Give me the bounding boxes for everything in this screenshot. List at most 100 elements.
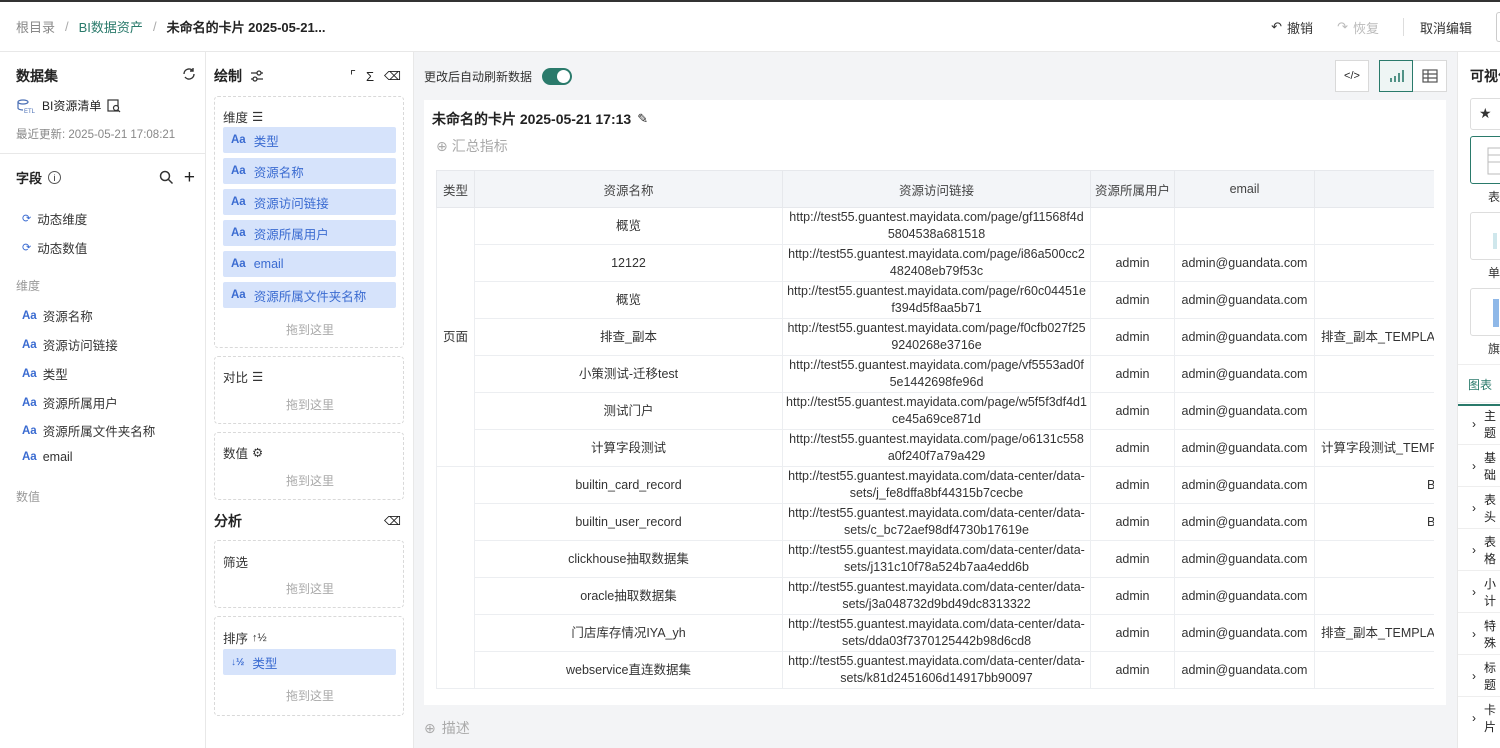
chart-view-button[interactable] (1379, 60, 1413, 92)
analysis-title: 分析 (214, 513, 242, 529)
eraser-icon[interactable]: ⌫ (384, 69, 401, 83)
style-section-title[interactable]: › 标题 (1458, 654, 1500, 696)
style-section-header[interactable]: › 表头 (1458, 486, 1500, 528)
table-view-button[interactable] (1413, 60, 1447, 92)
style-section-special[interactable]: › 特殊 (1458, 612, 1500, 654)
pill-label: email (253, 257, 284, 271)
field-item[interactable]: Aa 资源所属文件夹名称 (22, 421, 155, 440)
text-type-icon: Aa (22, 451, 37, 463)
filter-dropzone[interactable]: 筛选 拖到这里 (214, 540, 404, 608)
style-section-theme[interactable]: › 主题 (1458, 402, 1500, 444)
description-button[interactable]: ⊕ 描述 (424, 718, 470, 738)
fields-title: 字段 (16, 171, 43, 186)
code-view-button[interactable]: </> (1335, 60, 1369, 92)
tab-chart[interactable]: 图表 (1458, 364, 1500, 406)
column-header[interactable]: 资源所属用户 (1090, 170, 1175, 208)
field-item[interactable]: Aa 资源所属用户 (22, 393, 118, 412)
sort-pill[interactable]: ↓½ 类型 (223, 649, 396, 675)
table-cell: http://test55.guantest.mayidata.com/data… (782, 651, 1091, 689)
view-dataset-icon[interactable] (107, 98, 121, 113)
sort-dropzone[interactable]: 排序 ↑½ ↓½ 类型 拖到这里 (214, 616, 404, 716)
table-cell: 概览 (474, 281, 783, 319)
column-header[interactable]: 资源名称 (474, 170, 783, 208)
dimension-pill[interactable]: Aa 资源所属文件夹名称 (223, 282, 396, 308)
add-field-icon[interactable]: + (184, 168, 195, 187)
table-cell: http://test55.guantest.mayidata.com/data… (782, 614, 1091, 652)
auto-refresh-label: 更改后自动刷新数据 (424, 70, 533, 84)
chart-type-single[interactable] (1470, 212, 1500, 260)
style-section-card[interactable]: › 卡片 (1458, 696, 1500, 738)
sort-icon[interactable]: ↑½ (252, 632, 267, 644)
table-cell: admin (1090, 577, 1175, 615)
settings-sliders-icon[interactable] (250, 70, 264, 82)
divider (0, 153, 206, 154)
data-table: 类型 资源名称 资源访问链接 资源所属用户 email 资源 页面 概览 htt… (436, 170, 1434, 689)
field-item[interactable]: Aa 资源访问链接 (22, 335, 118, 354)
zone-label: 维度 (223, 111, 249, 125)
dataset-name[interactable]: BI资源清单 (42, 97, 101, 114)
table-row: 测试门户 http://test55.guantest.mayidata.com… (437, 392, 1434, 430)
card-title[interactable]: 未命名的卡片 2025-05-21 17:13 (432, 109, 631, 129)
gear-icon[interactable]: ⚙ (252, 445, 263, 460)
summary-metric-button[interactable]: ⊕ 汇总指标 (436, 136, 508, 156)
table-row: oracle抽取数据集 http://test55.guantest.mayid… (437, 577, 1434, 615)
redo-label: 恢复 (1352, 20, 1379, 36)
table-cell: 计算字段测试_TEMP (1314, 429, 1434, 467)
data-table-container[interactable]: 类型 资源名称 资源访问链接 资源所属用户 email 资源 页面 概览 htt… (436, 170, 1434, 692)
edit-pencil-icon[interactable]: ✎ (637, 111, 648, 127)
search-icon[interactable] (159, 170, 174, 185)
column-header[interactable]: 资源访问链接 (782, 170, 1091, 208)
style-section-basic[interactable]: › 基础 (1458, 444, 1500, 486)
style-section-subtotal[interactable]: › 小计 (1458, 570, 1500, 612)
breadcrumb-root[interactable]: 根目录 (16, 17, 55, 36)
favorite-chart-card[interactable]: ★ (1470, 98, 1500, 130)
table-cell-type (436, 466, 475, 689)
table-cell: builtin_user_record (474, 503, 783, 541)
dimension-pill[interactable]: Aa 资源名称 (223, 158, 396, 184)
eraser-icon[interactable]: ⌫ (384, 514, 401, 528)
list-settings-icon[interactable]: ☰ (252, 109, 263, 124)
info-icon[interactable]: i (48, 171, 62, 184)
field-item[interactable]: Aa email (22, 450, 73, 464)
field-item[interactable]: Aa 类型 (22, 364, 68, 383)
undo-button[interactable]: ↶ 撤销 (1271, 18, 1313, 37)
value-dropzone[interactable]: 数值 ⚙ 拖到这里 (214, 432, 404, 500)
breadcrumb-assets[interactable]: BI数据资产 (79, 17, 143, 36)
table-cell: oracle抽取数据集 (474, 577, 783, 615)
chart-type-table[interactable] (1470, 136, 1500, 184)
sigma-icon[interactable]: Σ (366, 69, 374, 84)
field-dynamic-dimension[interactable]: ⟳ 动态维度 (22, 209, 87, 228)
save-button-edge[interactable] (1496, 12, 1500, 42)
column-header[interactable]: email (1174, 170, 1315, 208)
table-cell: http://test55.guantest.mayidata.com/page… (782, 429, 1091, 467)
dimension-pill[interactable]: Aa email (223, 251, 396, 277)
table-cell (1090, 207, 1175, 245)
switch-dataset-icon[interactable] (181, 66, 197, 82)
table-cell: admin (1090, 281, 1175, 319)
auto-refresh-toggle[interactable] (542, 68, 573, 85)
column-header[interactable]: 类型 (436, 170, 475, 208)
field-dynamic-measure[interactable]: ⟳ 动态数值 (22, 238, 87, 257)
field-item[interactable]: Aa 资源名称 (22, 306, 93, 325)
etl-dataset-icon: ETL (17, 98, 36, 114)
compare-dropzone[interactable]: 对比 ☰ 拖到这里 (214, 356, 404, 424)
cancel-edit-button[interactable]: 取消编辑 (1420, 18, 1472, 37)
list-settings-icon[interactable]: ☰ (252, 369, 263, 384)
corner-icon[interactable]: ⌜ (350, 68, 356, 84)
column-header[interactable]: 资源 (1314, 170, 1434, 208)
sort-asc-icon: ↓½ (231, 656, 245, 668)
redo-button[interactable]: ↷ 恢复 (1337, 18, 1379, 37)
dimension-pill[interactable]: Aa 类型 (223, 127, 396, 153)
table-cell: admin (1090, 466, 1175, 504)
table-cell: admin@guandata.com (1174, 503, 1315, 541)
tab-label: 图表 (1468, 378, 1493, 392)
field-label: 资源访问链接 (42, 339, 118, 353)
chart-type-flag[interactable] (1470, 288, 1500, 336)
dimension-pill[interactable]: Aa 资源所属用户 (223, 220, 396, 246)
table-icon (1421, 69, 1438, 83)
chart-card: 未命名的卡片 2025-05-21 17:13 ✎ ⊕ 汇总指标 类型 资源名称… (424, 100, 1446, 705)
dimension-pill[interactable]: Aa 资源访问链接 (223, 189, 396, 215)
dimension-dropzone[interactable]: 维度 ☰ Aa 类型 Aa 资源名称 Aa 资源访问链接 Aa 资源所属用户 Aa emai… (214, 96, 404, 348)
style-section-table[interactable]: › 表格 (1458, 528, 1500, 570)
table-cell: 排查_副本 (474, 318, 783, 356)
